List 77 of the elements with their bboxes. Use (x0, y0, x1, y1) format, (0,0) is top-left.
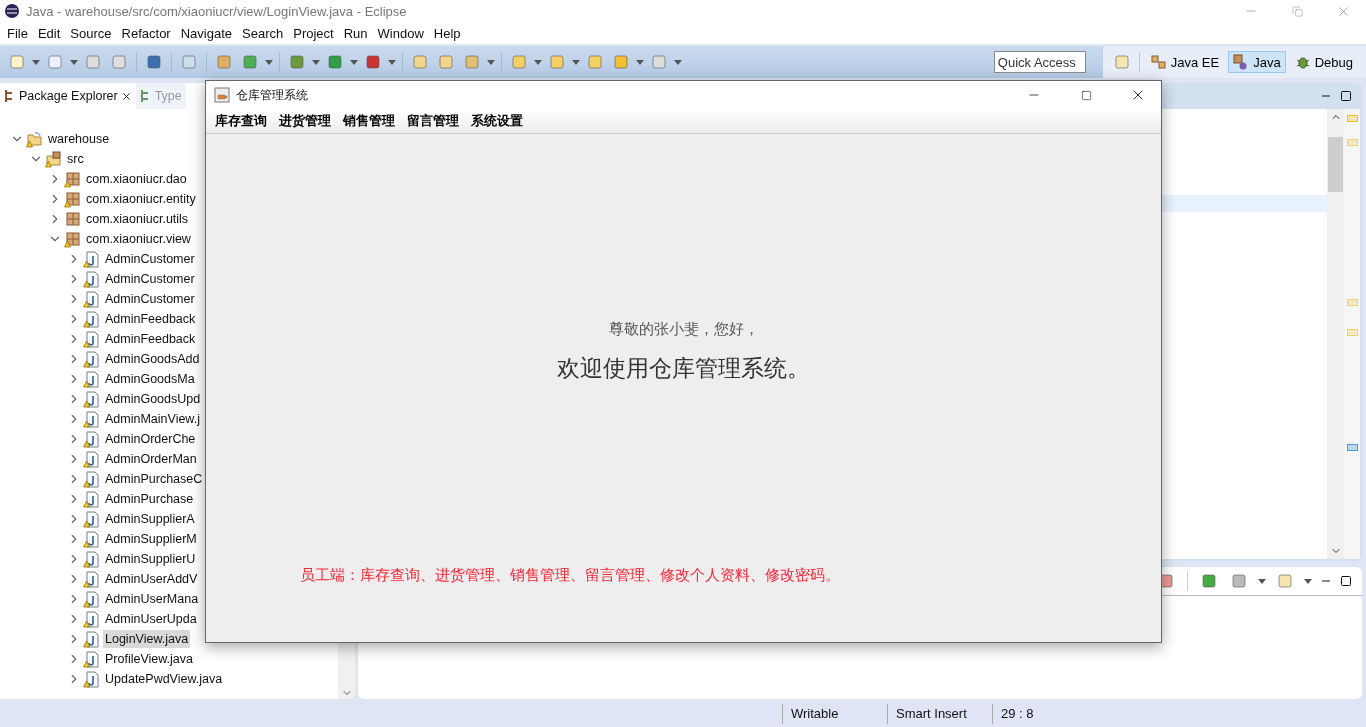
dropdown-arrow-icon[interactable] (32, 59, 40, 65)
tree-item[interactable]: AdminGoodsUpd (103, 390, 203, 408)
menu-item[interactable]: Search (237, 23, 289, 43)
dropdown-arrow-icon[interactable] (674, 59, 682, 65)
status-text: Writable (782, 704, 887, 724)
tree-item[interactable]: AdminCustomer (103, 270, 197, 288)
dropdown-arrow-icon[interactable] (1258, 578, 1266, 584)
dropdown-arrow-icon[interactable] (312, 59, 320, 65)
tree-item[interactable]: src (65, 150, 86, 168)
tree-item[interactable]: AdminSupplierU (103, 550, 198, 568)
dropdown-arrow-icon[interactable] (350, 59, 358, 65)
tree-item[interactable]: AdminOrderChe (103, 430, 198, 448)
tree-item[interactable]: com.xiaoniucr.utils (84, 210, 191, 228)
tree-item[interactable]: com.xiaoniucr.view (84, 230, 193, 248)
tree-item[interactable]: AdminCustomer (103, 250, 197, 268)
tree-item[interactable]: com.xiaoniucr.entity (84, 190, 198, 208)
scrollbar[interactable] (1327, 109, 1344, 559)
tree-item[interactable]: AdminUserMana (103, 590, 201, 608)
dropdown-arrow-icon[interactable] (487, 59, 495, 65)
dropdown-arrow-icon[interactable] (265, 59, 273, 65)
menu-item[interactable]: 销售管理 (337, 112, 401, 130)
tree-item[interactable]: UpdatePwdView.java (103, 670, 225, 688)
menu-item[interactable]: 库存查询 (209, 112, 273, 130)
maximize-icon[interactable] (1340, 575, 1352, 587)
dialog-title: 仓库管理系统 (236, 86, 309, 104)
tree-item[interactable]: ProfileView.java (103, 650, 195, 668)
tree-item[interactable]: AdminSupplierM (103, 530, 199, 548)
tree-item[interactable]: com.xiaoniucr.dao (84, 170, 189, 188)
eclipse-logo-icon (4, 3, 20, 19)
tree-item[interactable]: AdminFeedback (103, 310, 198, 328)
dropdown-arrow-icon[interactable] (70, 59, 78, 65)
tree-item[interactable]: AdminSupplierA (103, 510, 197, 528)
status-text: Smart Insert (887, 704, 992, 724)
maximize-icon[interactable] (1340, 90, 1352, 102)
dropdown-arrow-icon[interactable] (572, 59, 580, 65)
dropdown-arrow-icon[interactable] (534, 59, 542, 65)
menu-item[interactable]: Project (288, 23, 339, 43)
quick-access-field[interactable]: Quick Access (993, 51, 1086, 73)
status-text: 29 : 8 (992, 704, 1081, 724)
greeting-text: 尊敬的张小斐，您好， (608, 320, 759, 339)
perspective-button[interactable]: Java (1228, 51, 1286, 73)
javaee-perspective-icon (1150, 54, 1167, 70)
menu-item[interactable]: Navigate (175, 23, 237, 43)
tree-item[interactable]: AdminMainView.j (103, 410, 202, 428)
menu-item[interactable]: Edit (32, 23, 66, 43)
window-title: Java - warehouse/src/com/xiaoniucr/view/LoginView.java - Eclipse (26, 3, 408, 19)
tree-item[interactable]: LoginView.java (103, 630, 191, 648)
restore-icon (1291, 5, 1303, 17)
scrollbar-thumb[interactable] (1328, 136, 1343, 192)
menu-item[interactable]: File (2, 23, 33, 43)
menu-item[interactable]: Refactor (116, 23, 176, 43)
menu-item[interactable]: Help (428, 23, 466, 43)
menu-item[interactable]: Run (338, 23, 373, 43)
tree-item[interactable]: AdminFeedback (103, 330, 198, 348)
notice-text: 员工端：库存查询、进货管理、销售管理、留言管理、修改个人资料、修改密码。 (300, 566, 840, 585)
menu-item[interactable]: Source (65, 23, 117, 43)
tree-item[interactable]: AdminOrderMan (103, 450, 199, 468)
dropdown-arrow-icon[interactable] (1304, 578, 1312, 584)
tree-item[interactable]: AdminGoodsAdd (103, 350, 202, 368)
tree-item[interactable]: AdminGoodsMa (103, 370, 197, 388)
dropdown-arrow-icon[interactable] (636, 59, 644, 65)
dropdown-arrow-icon[interactable] (388, 59, 396, 65)
menu-item[interactable]: Window (372, 23, 429, 43)
tree-item[interactable]: AdminUserAddV (103, 570, 200, 588)
tree-item[interactable]: AdminPurchaseC (103, 470, 205, 488)
tree-item[interactable]: AdminUserUpda (103, 610, 199, 628)
menu-item[interactable]: 留言管理 (401, 112, 465, 130)
close-icon[interactable] (120, 90, 132, 102)
tree-item[interactable]: AdminCustomer (103, 290, 197, 308)
perspective-button[interactable]: Debug (1289, 51, 1358, 73)
tree-item[interactable]: AdminPurchase (103, 490, 196, 508)
menu-item[interactable]: 进货管理 (273, 112, 337, 130)
menu-item[interactable]: 系统设置 (465, 112, 529, 130)
perspective-button[interactable]: Java EE (1145, 51, 1225, 73)
welcome-heading: 欢迎使用仓库管理系统。 (557, 354, 810, 383)
maximize-icon (1080, 89, 1092, 101)
tree-item[interactable]: warehouse (46, 130, 112, 148)
